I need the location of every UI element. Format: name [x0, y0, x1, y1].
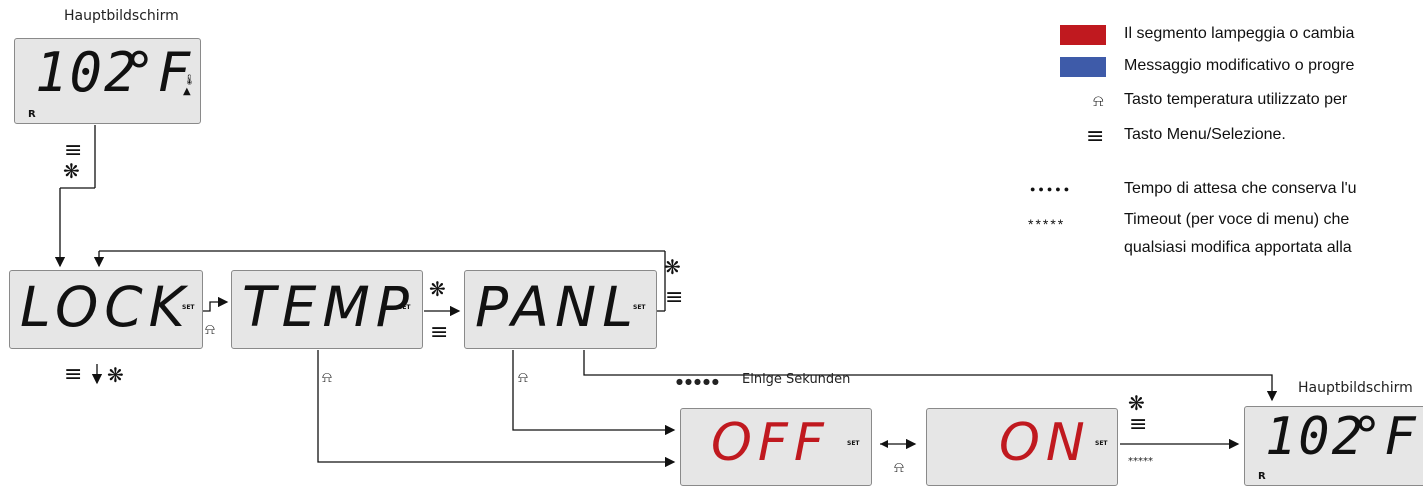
red-swatch: [1060, 25, 1106, 45]
main-screen-label-right: Hauptbildschirm: [1298, 380, 1413, 396]
panl-display: PANL SET: [464, 270, 657, 349]
legend-red-text: Il segmento lampeggia o cambia: [1124, 25, 1355, 42]
menu-icon-lock: ≡: [64, 362, 83, 387]
menu-icon-legend: ≡: [1086, 124, 1105, 149]
off-text: OFF: [711, 413, 830, 473]
r-mark: R: [28, 109, 36, 120]
main-temp-digits-right: 102: [1265, 407, 1365, 467]
legend-dots-symbol: ●●●●●: [1030, 184, 1073, 194]
temp-text: TEMP: [242, 275, 415, 339]
temp-display: TEMP SET: [231, 270, 423, 349]
panl-set-label: SET: [633, 304, 646, 311]
lock-set-label: SET: [182, 304, 195, 311]
off-display: OFF SET: [680, 408, 872, 486]
blue-swatch: [1060, 57, 1106, 77]
snowflake-light-icon-temp: ❋: [429, 277, 446, 301]
thermometer-up-icon: 🌡▲: [183, 75, 196, 97]
legend-menu-key-text: Tasto Menu/Selezione.: [1124, 126, 1286, 143]
legend-blue-text: Messaggio modificativo o progre: [1124, 57, 1355, 74]
temp-key-icon-panl: ⍾: [518, 368, 528, 386]
temp-key-icon-off: ⍾: [894, 458, 904, 476]
temp-set-label: SET: [398, 304, 411, 311]
legend-stars-text-1: Timeout (per voce di menu) che: [1124, 211, 1350, 228]
off-set-label: SET: [847, 440, 860, 447]
timeout-stars: *****: [1128, 456, 1153, 467]
menu-icon-temp: ≡: [430, 320, 449, 345]
r-mark-right: R: [1258, 471, 1266, 482]
temp-key-icon: ⍾: [205, 320, 215, 338]
main-display-panel: 102 °F R 🌡▲: [14, 38, 201, 124]
legend-stars-symbol: *****: [1028, 216, 1066, 232]
snowflake-light-icon-on: ❋: [1128, 391, 1145, 415]
snowflake-light-icon-panl: ❋: [664, 255, 681, 279]
main-screen-label: Hauptbildschirm: [64, 8, 179, 24]
snowflake-light-icon-lock: ❋: [107, 363, 124, 387]
on-set-label: SET: [1095, 440, 1108, 447]
snowflake-light-icon: ❋: [63, 159, 80, 183]
main-temp-unit-right: °F: [1351, 407, 1418, 467]
legend-dots-text: Tempo di attesa che conserva l'u: [1124, 180, 1357, 197]
temp-key-icon-temp: ⍾: [322, 368, 332, 386]
on-display: ON SET: [926, 408, 1118, 486]
panl-text: PANL: [475, 275, 639, 339]
lock-text: LOCK: [20, 275, 191, 339]
wait-label: Einige Sekunden: [742, 372, 851, 387]
main-temp-unit: °F: [123, 41, 193, 104]
temp-key-icon-legend: ⍾: [1093, 91, 1104, 110]
lock-display: LOCK SET: [9, 270, 203, 349]
main-display-panel-right: 102 °F R: [1244, 406, 1423, 486]
on-text: ON: [999, 413, 1091, 473]
legend-stars-text-2: qualsiasi modifica apportata alla: [1124, 239, 1352, 256]
legend-temp-key-text: Tasto temperatura utilizzato per: [1124, 91, 1348, 108]
wait-dots: ●●●●●: [676, 377, 721, 386]
menu-icon-panl: ≡: [665, 285, 684, 310]
menu-icon-on: ≡: [1129, 412, 1148, 437]
